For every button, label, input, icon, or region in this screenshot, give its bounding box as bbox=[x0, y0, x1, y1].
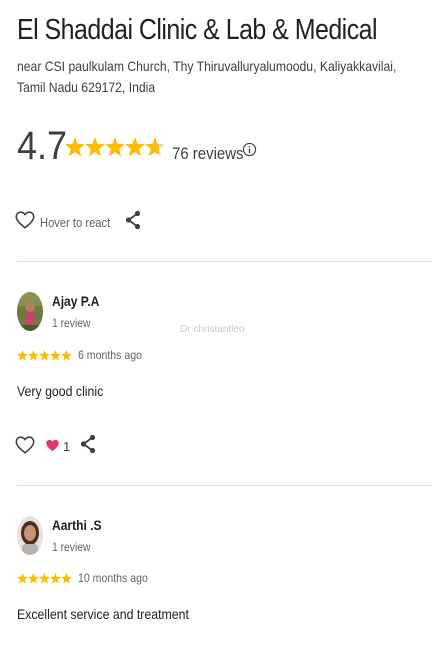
star-icon bbox=[125, 137, 145, 157]
share-icon[interactable] bbox=[124, 210, 142, 230]
heart-outline-icon[interactable] bbox=[14, 209, 36, 231]
star-icon bbox=[28, 350, 39, 361]
reviews-count-link[interactable]: 76 reviews bbox=[172, 144, 244, 164]
star-icon bbox=[50, 573, 61, 584]
reviewer-review-count: 1 review bbox=[52, 316, 91, 330]
heart-outline-icon[interactable] bbox=[14, 434, 36, 456]
heart-filled-icon[interactable] bbox=[45, 438, 60, 453]
reviewer-review-count: 1 review bbox=[52, 540, 91, 554]
star-icon bbox=[65, 137, 85, 157]
share-icon[interactable] bbox=[79, 434, 97, 454]
star-icon bbox=[17, 350, 28, 361]
star-icon bbox=[17, 573, 28, 584]
review-time: 10 months ago bbox=[78, 571, 148, 585]
rating-stars bbox=[65, 137, 165, 157]
watermark: Dr christantleo bbox=[180, 324, 245, 335]
avatar[interactable] bbox=[17, 516, 43, 555]
star-icon bbox=[50, 350, 61, 361]
star-icon bbox=[61, 350, 72, 361]
react-label: Hover to react bbox=[40, 215, 111, 230]
avatar[interactable] bbox=[17, 292, 43, 331]
star-icon bbox=[61, 573, 72, 584]
divider bbox=[17, 485, 432, 486]
review-text: Excellent service and treatment bbox=[17, 606, 189, 622]
place-address: near CSI paulkulam Church, Thy Thiruvall… bbox=[17, 58, 397, 95]
star-icon bbox=[85, 137, 105, 157]
info-icon[interactable] bbox=[242, 142, 257, 157]
review-time: 6 months ago bbox=[78, 348, 142, 362]
star-icon bbox=[105, 137, 125, 157]
star-icon bbox=[28, 573, 39, 584]
divider bbox=[17, 261, 432, 262]
reviewer-name[interactable]: Aarthi .S bbox=[52, 517, 102, 533]
reaction-count: 1 bbox=[63, 439, 71, 454]
star-partial-icon bbox=[145, 137, 165, 157]
place-title: El Shaddai Clinic & Lab & Medical bbox=[17, 14, 378, 46]
reviewer-name[interactable]: Ajay P.A bbox=[52, 293, 99, 309]
review-stars bbox=[17, 573, 72, 584]
rating-value: 4.7 bbox=[17, 124, 68, 168]
star-icon bbox=[39, 350, 50, 361]
star-icon bbox=[39, 573, 50, 584]
review-text: Very good clinic bbox=[17, 383, 104, 399]
review-stars bbox=[17, 350, 72, 361]
